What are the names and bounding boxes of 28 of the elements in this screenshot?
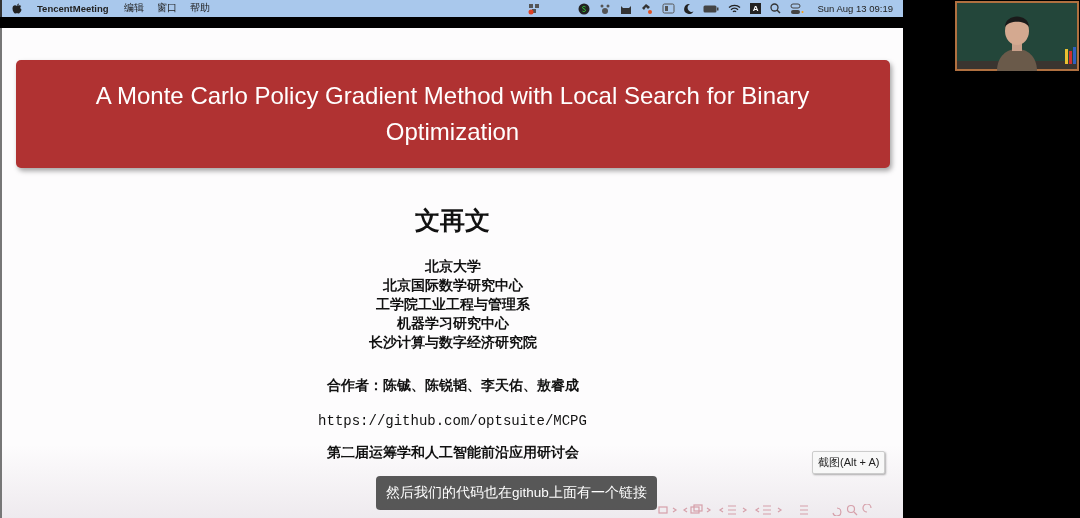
paw-icon[interactable] xyxy=(598,2,611,15)
menu-item[interactable]: 帮助 xyxy=(189,2,210,15)
window-icon[interactable] xyxy=(661,3,675,14)
input-source-indicator[interactable]: A xyxy=(749,3,762,14)
subtitle-caption: 然后我们的代码也在github上面有一个链接 xyxy=(376,476,657,510)
wifi-icon[interactable] xyxy=(727,3,741,14)
dollar-icon[interactable] xyxy=(577,2,590,15)
affiliation-text: 北京国际数学研究中心 xyxy=(382,276,523,295)
battery-icon[interactable] xyxy=(702,3,719,14)
moon-icon[interactable] xyxy=(683,3,694,14)
box-stack-icon[interactable] xyxy=(527,2,540,15)
affiliation-text: 长沙计算与数字经济研究院 xyxy=(368,333,537,352)
coauthors-text: 合作者：陈铖、陈锐韬、李天佑、敖睿成 xyxy=(326,376,579,395)
affiliation-text: 北京大学 xyxy=(424,257,481,276)
repository-link[interactable]: https://github.com/optsuite/MCPG xyxy=(318,413,587,429)
menu-item[interactable]: 编辑 xyxy=(123,2,144,15)
slide-title: A Monte Carlo Policy Gradient Method with Local Search for Binary Optimization xyxy=(15,60,890,168)
affiliation-text: 工学院工业工程与管理系 xyxy=(375,295,530,314)
search-icon[interactable] xyxy=(770,3,782,14)
affiliation-text: 机器学习研究中心 xyxy=(396,314,509,333)
app-name[interactable]: TencentMeeting xyxy=(37,3,109,14)
control-center-icon[interactable] xyxy=(790,2,805,15)
event-name: 第二届运筹学和人工智能前沿应用研讨会 xyxy=(326,443,579,462)
screenshot-tooltip: 截图(Alt + A) xyxy=(812,451,886,474)
menu-item[interactable]: 窗口 xyxy=(156,2,177,15)
author-name: 文再文 xyxy=(415,205,490,237)
apple-icon[interactable] xyxy=(12,3,22,14)
menu-clock: Sun Aug 13 09:19 xyxy=(817,3,893,14)
